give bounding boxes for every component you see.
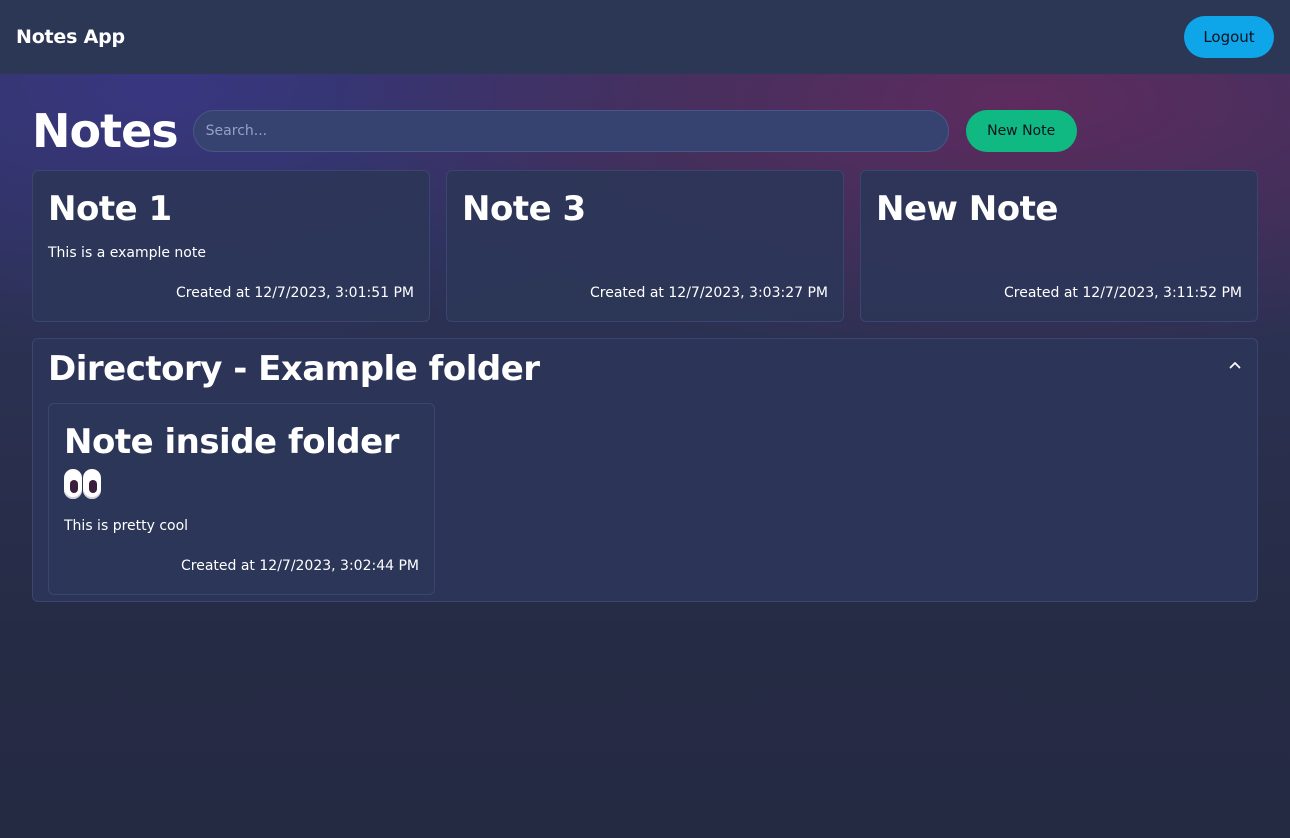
note-created-date: Created at 12/7/2023, 3:02:44 PM bbox=[181, 558, 419, 574]
page-title: Notes bbox=[32, 104, 179, 158]
eye-left bbox=[64, 469, 82, 499]
note-title: Note inside folder bbox=[64, 422, 399, 462]
folder-section: Directory - Example folder Note inside f… bbox=[32, 338, 1258, 602]
app-brand: Notes App bbox=[16, 26, 125, 48]
note-title: Note 1 bbox=[48, 189, 172, 229]
note-card[interactable]: Note 3 Created at 12/7/2023, 3:03:27 PM bbox=[446, 170, 844, 322]
search-input[interactable] bbox=[192, 110, 949, 152]
logout-button[interactable]: Logout bbox=[1184, 16, 1274, 58]
note-body: This is a example note bbox=[48, 245, 206, 261]
notes-grid: Note 1 This is a example note Created at… bbox=[32, 170, 1258, 322]
note-card[interactable]: New Note Created at 12/7/2023, 3:11:52 P… bbox=[860, 170, 1258, 322]
eyes-emoji-icon bbox=[64, 466, 419, 502]
note-title: New Note bbox=[876, 189, 1058, 229]
folder-title: Directory - Example folder bbox=[48, 349, 540, 389]
new-note-button[interactable]: New Note bbox=[965, 110, 1077, 152]
main-content: Notes New Note Note 1 This is a example … bbox=[32, 74, 1258, 602]
notes-header: Notes New Note bbox=[32, 74, 1258, 170]
note-card[interactable]: Note 1 This is a example note Created at… bbox=[32, 170, 430, 322]
note-created-date: Created at 12/7/2023, 3:01:51 PM bbox=[176, 285, 414, 301]
note-title: Note 3 bbox=[462, 189, 586, 229]
eye-right bbox=[83, 469, 101, 499]
note-created-date: Created at 12/7/2023, 3:11:52 PM bbox=[1004, 285, 1242, 301]
navbar: Notes App Logout bbox=[0, 0, 1290, 74]
chevron-up-icon[interactable] bbox=[1227, 357, 1243, 373]
note-created-date: Created at 12/7/2023, 3:03:27 PM bbox=[590, 285, 828, 301]
note-body: This is pretty cool bbox=[64, 518, 189, 534]
folder-note-card[interactable]: Note inside folder This is pretty cool C… bbox=[48, 403, 435, 595]
